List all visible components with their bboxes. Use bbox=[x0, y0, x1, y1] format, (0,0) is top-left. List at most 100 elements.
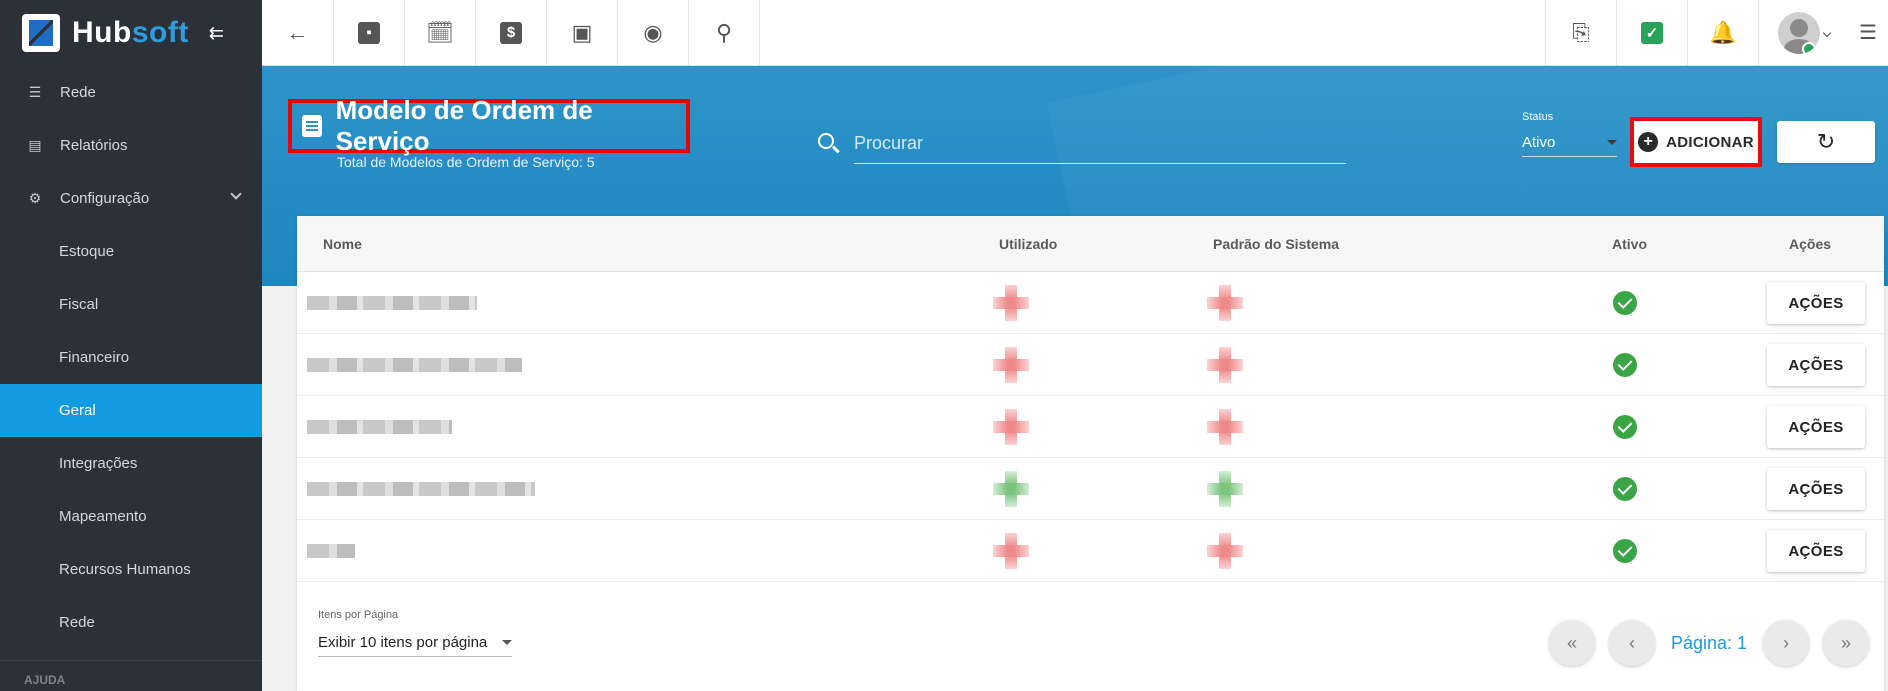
sidebar-item-rede[interactable]: ☰ Rede bbox=[0, 66, 262, 119]
padrao-status-icon bbox=[1207, 409, 1243, 445]
terminal-button[interactable]: ▣ bbox=[547, 0, 618, 65]
eye-icon: ◉ bbox=[643, 19, 663, 45]
sidebar-item-label: Estoque bbox=[59, 243, 115, 260]
sidebar-item-label: Fiscal bbox=[59, 296, 99, 313]
sidebar-subitem-fiscal[interactable]: Fiscal bbox=[0, 278, 262, 331]
redacted-name bbox=[307, 544, 355, 558]
sidebar-subitem-integracoes[interactable]: Integrações bbox=[0, 437, 262, 490]
pagination: « ‹ Página: 1 › » bbox=[1549, 620, 1870, 666]
table-row: AÇÕES bbox=[297, 458, 1884, 520]
page-title-highlight: Modelo de Ordem de Serviço bbox=[288, 95, 690, 156]
last-page-button[interactable]: » bbox=[1823, 620, 1870, 666]
search-input[interactable] bbox=[854, 133, 1346, 154]
view-button[interactable]: ◉ bbox=[618, 0, 689, 65]
redacted-name bbox=[307, 358, 522, 372]
table-row: AÇÕES bbox=[297, 396, 1884, 458]
acoes-button[interactable]: AÇÕES bbox=[1767, 468, 1865, 510]
bell-icon: 🔔 bbox=[1709, 19, 1737, 45]
chat-check-icon: ✓ bbox=[1641, 21, 1663, 44]
back-arrow-icon: ← bbox=[286, 19, 309, 45]
next-page-button[interactable]: › bbox=[1763, 620, 1810, 666]
pdf-button[interactable]: ⎘ bbox=[1545, 0, 1616, 65]
redacted-name bbox=[307, 482, 535, 496]
status-select[interactable]: Ativo bbox=[1522, 129, 1617, 157]
search-field bbox=[818, 124, 1346, 164]
logo-bar: Hubsoft ⇇ bbox=[0, 0, 262, 66]
schedule-button[interactable]: 🗓 bbox=[405, 0, 476, 65]
check-circle-icon bbox=[1613, 539, 1637, 563]
acoes-button[interactable]: AÇÕES bbox=[1767, 344, 1865, 386]
sidebar-subitem-recursos-humanos[interactable]: Recursos Humanos bbox=[0, 543, 262, 596]
column-header-nome[interactable]: Nome bbox=[323, 236, 362, 252]
check-circle-icon bbox=[1613, 291, 1637, 315]
utilizado-status-icon bbox=[993, 533, 1029, 569]
utilizado-status-icon bbox=[993, 285, 1029, 321]
sidebar-subitem-geral[interactable]: Geral bbox=[0, 384, 262, 437]
chevron-down-icon bbox=[230, 188, 242, 200]
page-subtitle: Total de Modelos de Ordem de Serviço: 5 bbox=[337, 154, 595, 170]
acoes-button[interactable]: AÇÕES bbox=[1767, 282, 1865, 324]
first-page-button[interactable]: « bbox=[1549, 620, 1595, 666]
search-icon bbox=[818, 133, 834, 149]
column-header-ativo[interactable]: Ativo bbox=[1612, 236, 1647, 252]
padrao-status-icon bbox=[1207, 471, 1243, 507]
sidebar-item-label: Integrações bbox=[59, 455, 138, 472]
padrao-status-icon bbox=[1207, 347, 1243, 383]
acoes-button[interactable]: AÇÕES bbox=[1767, 530, 1865, 572]
sidebar-item-label: Rede bbox=[59, 614, 95, 631]
sidebar-subitem-rede[interactable]: Rede bbox=[0, 596, 262, 649]
chat-button[interactable]: ✓ bbox=[1616, 0, 1687, 65]
items-per-page-select[interactable]: Exibir 10 itens por página bbox=[318, 629, 512, 657]
items-per-page-label: Itens por Página bbox=[318, 609, 399, 621]
sidebar-item-relatorios[interactable]: ▤ Relatórios bbox=[0, 119, 262, 172]
padrao-status-icon bbox=[1207, 533, 1243, 569]
status-value: Ativo bbox=[1522, 134, 1556, 151]
redacted-name bbox=[307, 420, 452, 434]
contacts-button[interactable]: ▪ bbox=[334, 0, 405, 65]
dollar-icon: $ bbox=[500, 21, 522, 44]
sidebar-section-ajuda: AJUDA bbox=[24, 673, 66, 687]
utilizado-status-icon bbox=[993, 409, 1029, 445]
plus-circle-icon: + bbox=[1638, 132, 1659, 152]
check-circle-icon bbox=[1613, 415, 1637, 439]
padrao-status-icon bbox=[1207, 285, 1243, 321]
sidebar-item-label: Geral bbox=[59, 402, 96, 419]
table-row: AÇÕES bbox=[297, 520, 1884, 582]
sidebar-subitem-financeiro[interactable]: Financeiro bbox=[0, 331, 262, 384]
sidebar-item-label: Recursos Humanos bbox=[59, 561, 191, 578]
back-button[interactable]: ← bbox=[262, 0, 334, 65]
table-row: AÇÕES bbox=[297, 272, 1884, 334]
sidebar: Hubsoft ⇇ ☰ Rede ▤ Relatórios ⚙ Configuraçã… bbox=[0, 0, 262, 691]
column-header-utilizado[interactable]: Utilizado bbox=[999, 236, 1057, 252]
hubsoft-logo-icon[interactable] bbox=[22, 14, 60, 52]
caret-down-icon bbox=[502, 640, 512, 645]
add-button[interactable]: + ADICIONAR bbox=[1630, 117, 1762, 167]
sidebar-item-configuracao[interactable]: ⚙ Configuração bbox=[0, 172, 262, 225]
sidebar-item-label: Configuração bbox=[60, 190, 150, 207]
logo-text-main: Hub bbox=[72, 16, 132, 49]
sidebar-divider bbox=[0, 649, 262, 661]
app-logo-text: Hubsoft bbox=[72, 16, 189, 50]
finance-button[interactable]: $ bbox=[476, 0, 547, 65]
page-title: Modelo de Ordem de Serviço bbox=[335, 95, 593, 156]
notifications-button[interactable]: 🔔 bbox=[1687, 0, 1758, 65]
column-header-padrao[interactable]: Padrão do Sistema bbox=[1213, 236, 1339, 252]
collapse-menu-icon[interactable]: ⇇ bbox=[209, 23, 224, 44]
user-menu[interactable] bbox=[1758, 0, 1848, 65]
sidebar-subitem-estoque[interactable]: Estoque bbox=[0, 225, 262, 278]
add-button-label: ADICIONAR bbox=[1666, 133, 1754, 151]
refresh-button[interactable]: ↻ bbox=[1777, 121, 1875, 163]
chevron-down-icon bbox=[1822, 28, 1831, 37]
avatar bbox=[1777, 11, 1820, 54]
column-header-acoes: Ações bbox=[1789, 236, 1832, 252]
search-icon: ⚲ bbox=[715, 19, 733, 45]
status-label: Status bbox=[1522, 111, 1554, 123]
acoes-button[interactable]: AÇÕES bbox=[1767, 406, 1865, 448]
check-circle-icon bbox=[1613, 477, 1637, 501]
sidebar-nav: ☰ Rede ▤ Relatórios ⚙ Configuração Estoque … bbox=[0, 66, 262, 649]
previous-page-button[interactable]: ‹ bbox=[1609, 620, 1655, 666]
list-menu-button[interactable]: ☰ bbox=[1848, 0, 1888, 65]
sidebar-subitem-mapeamento[interactable]: Mapeamento bbox=[0, 490, 262, 543]
topbar-search-button[interactable]: ⚲ bbox=[689, 0, 760, 65]
